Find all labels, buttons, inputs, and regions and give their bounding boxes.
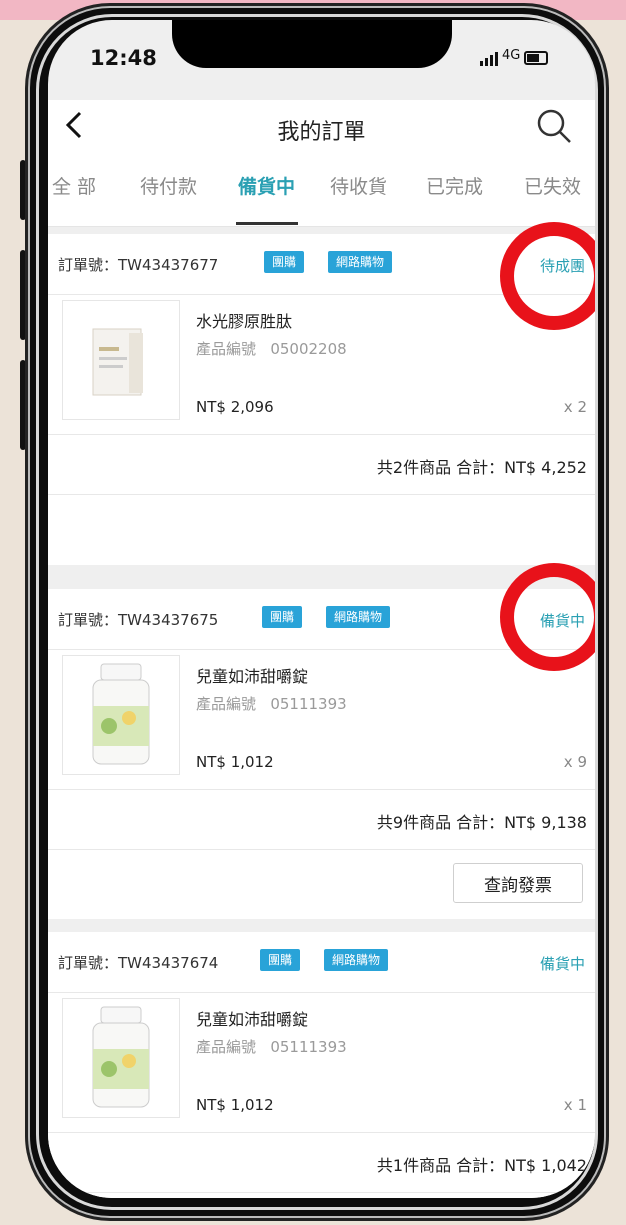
order-total: 共2件商品 合計：NT$ 4,252 <box>376 458 587 477</box>
order-card[interactable]: 訂單號：TW43437674 團購 網路購物 備貨中 兒童如沛甜嚼錠 產品編號 … <box>48 932 595 1198</box>
order-summary: 共1件商品 合計：NT$ 1,042 <box>48 1132 595 1193</box>
product-code: 產品編號 05111393 <box>196 695 347 713</box>
product-thumbnail <box>62 998 180 1118</box>
battery-icon <box>524 51 548 65</box>
product-row[interactable]: 兒童如沛甜嚼錠 產品編號 05111393 NT$ 1,012 x 9 <box>48 649 595 790</box>
tab-pending-payment[interactable]: 待付款 <box>140 172 197 199</box>
status-time: 12:48 <box>90 46 157 70</box>
phone-volume-up <box>20 250 26 340</box>
tag-group-buy: 團購 <box>264 251 305 273</box>
product-quantity: x 2 <box>563 398 587 416</box>
product-code: 產品編號 05002208 <box>196 340 347 358</box>
product-price: NT$ 2,096 <box>196 398 274 416</box>
product-name: 兒童如沛甜嚼錠 <box>196 1010 309 1029</box>
product-quantity: x 9 <box>563 753 587 771</box>
tab-expired[interactable]: 已失效 <box>524 172 581 199</box>
order-total: 共1件商品 合計：NT$ 1,042 <box>376 1156 587 1175</box>
product-quantity: x 1 <box>563 1096 587 1114</box>
phone-screen: 12:48 4G 我的訂單 全 部 待付款 備貨中 待收貨 已完成 已失效 訂單… <box>48 20 595 1198</box>
signal-indicators: 4G <box>480 47 548 68</box>
order-summary: 共2件商品 合計：NT$ 4,252 <box>48 434 595 495</box>
phone-mute-switch <box>20 160 26 220</box>
order-number: 訂單號：TW43437674 <box>58 954 219 972</box>
query-invoice-button[interactable]: 查詢發票 <box>453 863 583 903</box>
order-header: 訂單號：TW43437674 團購 網路購物 備貨中 <box>48 932 595 993</box>
product-row[interactable]: 兒童如沛甜嚼錠 產品編號 05111393 NT$ 1,012 x 1 <box>48 992 595 1133</box>
phone-notch <box>172 20 452 68</box>
page-title: 我的訂單 <box>277 120 366 145</box>
product-thumbnail <box>62 655 180 775</box>
nav-bar: 我的訂單 <box>48 100 595 152</box>
tab-all[interactable]: 全 部 <box>52 172 96 199</box>
product-code: 產品編號 05111393 <box>196 1038 347 1056</box>
tag-group-buy: 團購 <box>260 949 301 971</box>
product-thumbnail <box>62 300 180 420</box>
signal-icon <box>480 47 500 66</box>
tab-pending-receipt[interactable]: 待收貨 <box>330 172 387 199</box>
tag-group-buy: 團購 <box>262 606 303 628</box>
product-row[interactable]: 水光膠原胜肽 產品編號 05002208 NT$ 2,096 x 2 <box>48 294 595 435</box>
network-type: 4G <box>502 48 521 63</box>
card-spacer <box>48 495 595 565</box>
tab-preparing[interactable]: 備貨中 <box>238 172 295 199</box>
product-name: 水光膠原胜肽 <box>196 312 293 331</box>
product-price: NT$ 1,012 <box>196 1096 274 1114</box>
tag-online-shopping: 網路購物 <box>326 606 391 628</box>
order-total: 共9件商品 合計：NT$ 9,138 <box>376 813 587 832</box>
tag-online-shopping: 網路購物 <box>328 251 393 273</box>
product-name: 兒童如沛甜嚼錠 <box>196 667 309 686</box>
active-tab-underline <box>236 222 298 225</box>
order-number: 訂單號：TW43437677 <box>58 256 219 274</box>
product-price: NT$ 1,012 <box>196 753 274 771</box>
tab-completed[interactable]: 已完成 <box>426 172 483 199</box>
order-summary: 共9件商品 合計：NT$ 9,138 <box>48 789 595 850</box>
tag-online-shopping: 網路購物 <box>324 949 389 971</box>
search-icon[interactable] <box>534 106 574 146</box>
phone-volume-down <box>20 360 26 450</box>
order-status: 備貨中 <box>539 955 585 973</box>
order-number: 訂單號：TW43437675 <box>58 611 219 629</box>
order-status-tabs: 全 部 待付款 備貨中 待收貨 已完成 已失效 <box>48 152 595 227</box>
order-actions: 查詢發票 <box>48 849 595 919</box>
